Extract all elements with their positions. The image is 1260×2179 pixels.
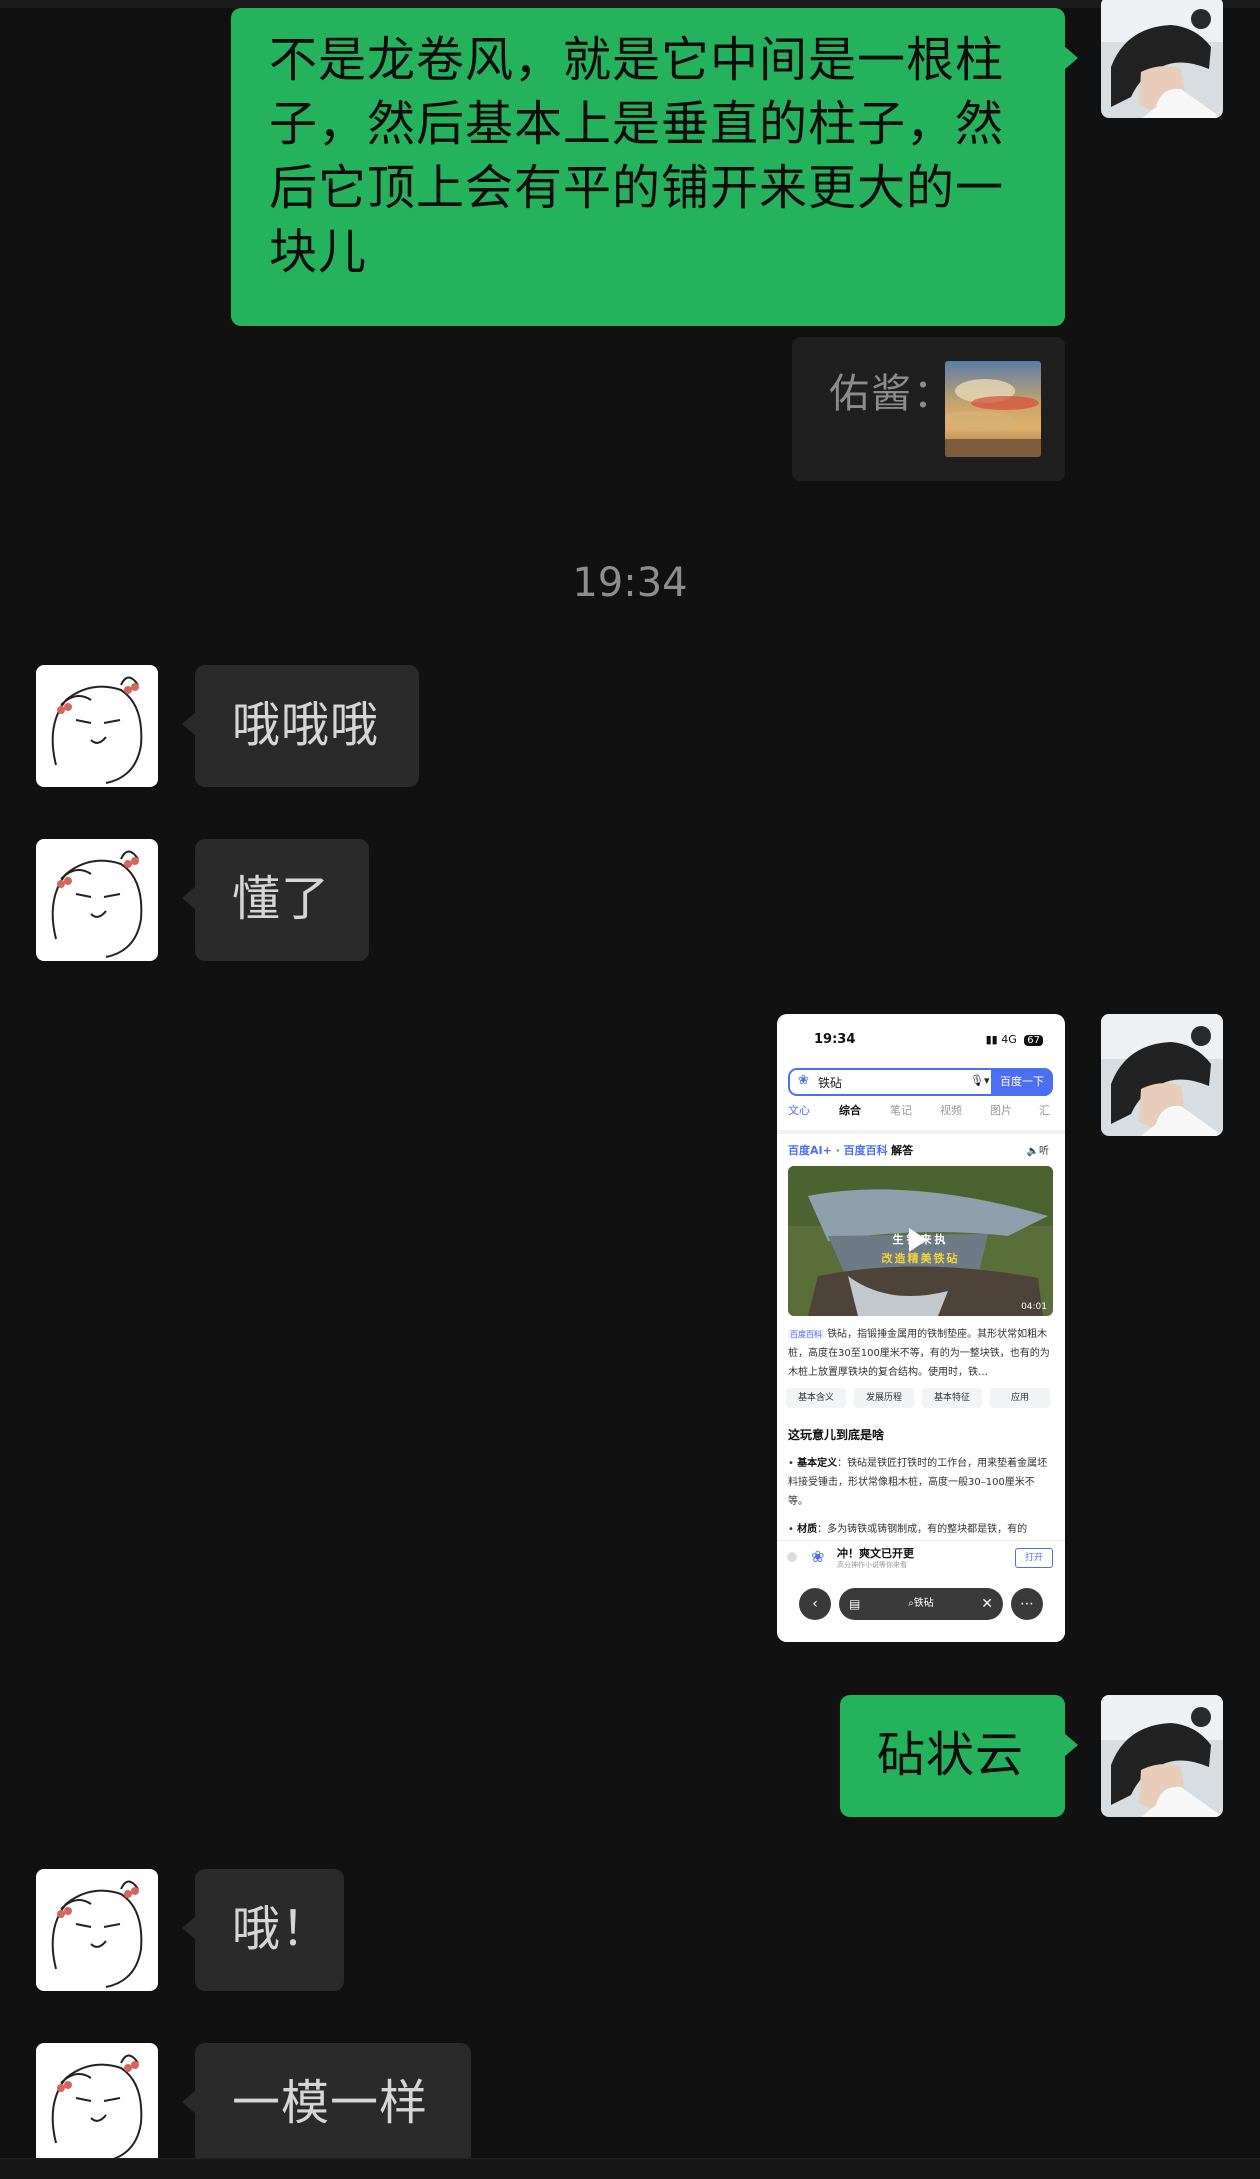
- listen-button[interactable]: 🔈听: [1027, 1142, 1049, 1157]
- tab-item[interactable]: 汇: [1039, 1102, 1050, 1118]
- address-pill[interactable]: ▤ ⌕铁砧 ✕: [839, 1588, 1003, 1620]
- chip[interactable]: 基本含义: [786, 1388, 846, 1408]
- self-avatar[interactable]: [1101, 0, 1223, 118]
- network-label: 4G: [1001, 1033, 1017, 1046]
- browser-nav-bar: ‹ ▤ ⌕铁砧 ✕ ⋯: [777, 1574, 1065, 1642]
- self-avatar[interactable]: [1101, 1695, 1223, 1817]
- bottom-input-area-edge: [0, 2158, 1260, 2179]
- result-tabs: 文心 综合 笔记 视频 图片 汇: [777, 1102, 1065, 1122]
- contact-avatar-drawing: [36, 665, 158, 787]
- incoming-message-bubble[interactable]: 懂了: [182, 839, 369, 961]
- contact-avatar[interactable]: [36, 839, 158, 961]
- tab-item[interactable]: 文心: [788, 1102, 810, 1118]
- self-avatar[interactable]: [1101, 1014, 1223, 1136]
- message-text: 不是龙卷风，就是它中间是一根柱子，然后基本上是垂直的柱子，然后它顶上会有平的铺开…: [269, 32, 1005, 280]
- search-query: 铁砧: [818, 1076, 843, 1090]
- quote-sender-name: 佑酱：: [829, 371, 955, 417]
- status-icons: ▮▮ 4G 67: [986, 1033, 1043, 1046]
- open-app-button[interactable]: 打开: [1015, 1548, 1053, 1568]
- signal-icon: ▮▮: [985, 1033, 998, 1046]
- message-text: 懂了: [232, 871, 331, 927]
- contact-avatar-drawing: [36, 839, 158, 961]
- battery-icon: 67: [1024, 1035, 1043, 1046]
- incoming-message-bubble[interactable]: 一模一样: [182, 2043, 471, 2165]
- close-icon[interactable]: ✕: [981, 1588, 993, 1620]
- section-heading: 这玩意儿到底是啥: [788, 1428, 885, 1442]
- microphone-icon: 🎙▾: [970, 1074, 990, 1087]
- self-avatar-photo: [1101, 0, 1223, 118]
- list-item: • 基本定义：铁砧是铁匠打铁时的工作台，用来垫着金属坯料接受锤击，形状常像粗木桩…: [788, 1458, 1048, 1507]
- message-text: 哦哦哦: [232, 697, 380, 753]
- top-divider: [0, 0, 1260, 8]
- message-text: 砧状云: [877, 1727, 1025, 1783]
- incoming-message-bubble[interactable]: 哦！: [182, 1869, 344, 1991]
- tab-item[interactable]: 笔记: [890, 1102, 912, 1118]
- outgoing-message-bubble[interactable]: 砧状云: [840, 1695, 1078, 1817]
- radio-icon: [787, 1552, 797, 1562]
- video-title: 生铁来执: [892, 1233, 949, 1246]
- chip[interactable]: 基本特征: [922, 1388, 982, 1408]
- contact-avatar-drawing: [36, 2043, 158, 2165]
- contact-avatar[interactable]: [36, 1869, 158, 1991]
- chip[interactable]: 应用: [990, 1388, 1050, 1408]
- quote-thumbnail[interactable]: [945, 361, 1041, 457]
- search-box[interactable]: ❀ 铁砧 🎙▾ 百度一下: [788, 1068, 1053, 1096]
- app-promo-banner[interactable]: ❀ 冲！爽文已开更 高分神作小说等你来看 打开: [777, 1540, 1065, 1575]
- contact-avatar-drawing: [36, 1869, 158, 1991]
- encyclopedia-summary: 百度百科 铁砧，指锻捶金属用的铁制垫座。其形状常如粗木桩，高度在30至100厘米…: [788, 1329, 1050, 1378]
- more-icon[interactable]: ⋯: [1011, 1588, 1043, 1620]
- tab-item[interactable]: 视频: [940, 1102, 962, 1118]
- status-time: 19:34: [814, 1032, 856, 1047]
- video-duration: 04:01: [1021, 1302, 1047, 1312]
- back-icon[interactable]: ‹: [799, 1588, 831, 1620]
- ai-answer-header: 百度AI+ · 百度百科 解答: [788, 1144, 914, 1157]
- outgoing-message-bubble[interactable]: 不是龙卷风，就是它中间是一根柱子，然后基本上是垂直的柱子，然后它顶上会有平的铺开…: [231, 8, 1078, 326]
- video-thumbnail[interactable]: 生铁来执 改造精美铁砧 04:01: [788, 1166, 1053, 1316]
- self-avatar-photo: [1101, 1014, 1223, 1136]
- list-item: • 材质：多为铸铁或铸钢制成，有的整块都是铁，有的: [788, 1524, 1028, 1535]
- contact-avatar[interactable]: [36, 665, 158, 787]
- message-text: 哦！: [232, 1901, 331, 1957]
- tab-item[interactable]: 图片: [990, 1102, 1012, 1118]
- cloud-photo: [945, 361, 1041, 457]
- quoted-message[interactable]: 佑酱：: [792, 337, 1065, 481]
- page-icon: ▤: [849, 1597, 861, 1611]
- message-text: 一模一样: [232, 2075, 429, 2131]
- search-button[interactable]: 百度一下: [991, 1068, 1053, 1096]
- incoming-message-bubble[interactable]: 哦哦哦: [182, 665, 419, 787]
- self-avatar-photo: [1101, 1695, 1223, 1817]
- source-tag: 百度百科: [788, 1330, 824, 1339]
- divider: [777, 1130, 1065, 1134]
- contact-avatar[interactable]: [36, 2043, 158, 2165]
- message-timestamp: 19:34: [572, 560, 688, 606]
- shared-screenshot-image[interactable]: 19:34 ▮▮ 4G 67 ❀ 铁砧 🎙▾ 百度一下 文心 综合 笔记 视频 …: [777, 1014, 1065, 1642]
- baidu-logo-icon: ❀: [811, 1547, 825, 1566]
- video-subtitle: 改造精美铁砧: [881, 1252, 960, 1265]
- topic-chips: 基本含义 发展历程 基本特征 应用: [786, 1388, 1056, 1410]
- tab-item[interactable]: 综合: [839, 1102, 861, 1118]
- baidu-paw-icon: ❀: [798, 1073, 809, 1088]
- chip[interactable]: 发展历程: [854, 1388, 914, 1408]
